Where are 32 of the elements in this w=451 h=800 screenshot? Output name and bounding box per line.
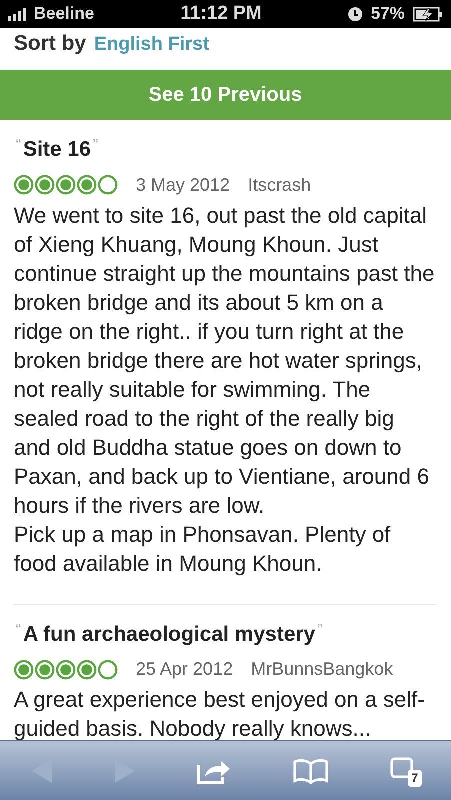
filled-bubble-icon [56,660,76,680]
close-quote-mark: ” [93,137,98,154]
clock-icon [348,6,363,22]
see-previous-button[interactable]: See 10 Previous [0,70,451,120]
review-text: We went to site 16, out past the old capital of Xieng Khuang, Moung Khoun. Just continue straight up the mountains past the broken bridge and its about 5 km on a ridge on the right.. if you turn right at the broken bridge there are hot water springs, not really suitable for swimming. The sealed road to the right of the really big and old Buddha statue goes on down to Paxan, and back up to Vientiane, around 6 hours if the rivers are low. Pick up a map in Phonsavan. Plenty of food available in Moung Khoun. [14,202,436,578]
filled-bubble-icon [14,175,34,195]
filled-bubble-icon [77,660,97,680]
carrier-name: Beeline [34,3,94,26]
tab-count: 7 [408,770,422,786]
open-quote-mark: “ [16,137,22,154]
reviewer-name[interactable]: Itscrash [248,172,312,198]
battery-charging-icon [413,6,443,22]
review-text: A great experience best enjoyed on a self-guided basis. Nobody really knows... [14,686,426,743]
sort-label: Sort by [14,31,86,57]
review-date: 25 Apr 2012 [136,658,234,681]
open-quote-mark: “ [16,622,22,638]
open-book-icon [292,758,329,784]
review-title[interactable]: Site 16 [23,138,92,161]
sort-option-link[interactable]: English First [94,31,210,60]
close-quote-mark: ” [317,622,323,638]
reviewer-name[interactable]: MrBunnsBangkok [251,656,394,683]
filled-bubble-icon [56,175,76,195]
filled-bubble-icon [35,660,55,680]
filled-bubble-icon [14,660,34,680]
battery-percent: 57% [370,3,405,26]
bookmarks-button[interactable] [292,758,329,784]
filled-bubble-icon [35,175,55,195]
review-date: 3 May 2012 [136,174,230,197]
review-title[interactable]: A fun archaeological mystery [23,622,316,646]
pages-button[interactable]: 7 [390,756,420,784]
filled-bubble-icon [77,175,97,195]
clock-time: 11:12 PM [180,2,263,26]
